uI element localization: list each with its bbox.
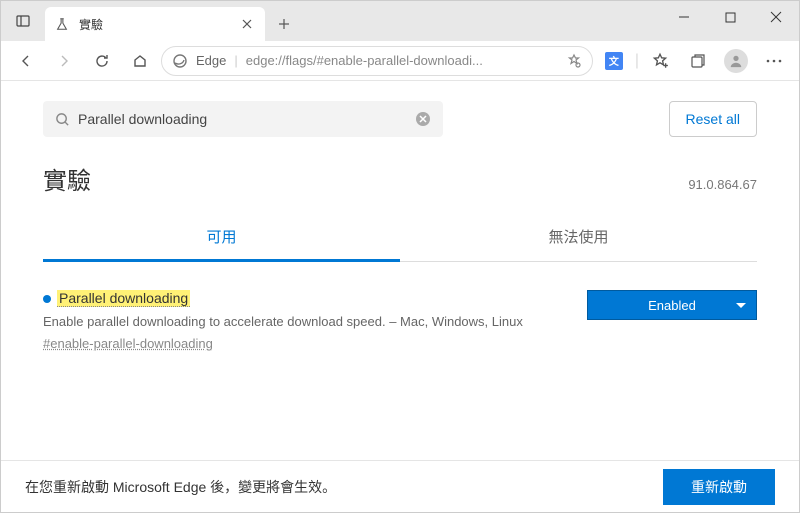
tab-available[interactable]: 可用	[43, 214, 400, 262]
tab-actions-button[interactable]	[1, 1, 45, 41]
flag-title: Parallel downloading	[57, 290, 190, 307]
address-url: edge://flags/#enable-parallel-downloadi.…	[246, 53, 558, 68]
flag-anchor-link[interactable]: #enable-parallel-downloading	[43, 336, 213, 351]
reset-all-button[interactable]: Reset all	[669, 101, 757, 137]
modified-dot-icon	[43, 295, 51, 303]
maximize-button[interactable]	[707, 1, 753, 33]
close-tab-icon[interactable]	[239, 16, 255, 32]
shopping-icon[interactable]	[566, 53, 582, 69]
refresh-button[interactable]	[85, 45, 119, 77]
address-bar[interactable]: Edge | edge://flags/#enable-parallel-dow…	[161, 46, 593, 76]
edge-icon	[172, 53, 188, 69]
home-button[interactable]	[123, 45, 157, 77]
version-text: 91.0.864.67	[688, 177, 757, 192]
browser-tab[interactable]: 實驗	[45, 7, 265, 41]
translate-button[interactable]: 文	[597, 45, 631, 77]
new-tab-button[interactable]	[269, 9, 299, 39]
favorites-button[interactable]	[643, 45, 677, 77]
search-icon	[55, 112, 70, 127]
restart-button[interactable]: 重新啟動	[663, 469, 775, 505]
search-box[interactable]	[43, 101, 443, 137]
address-label: Edge	[196, 53, 226, 68]
flask-icon	[55, 16, 71, 32]
menu-button[interactable]	[757, 45, 791, 77]
footer-message: 在您重新啟動 Microsoft Edge 後，變更將會生效。	[25, 477, 336, 497]
search-input[interactable]	[78, 111, 415, 127]
flag-description: Enable parallel downloading to accelerat…	[43, 314, 547, 329]
forward-button	[47, 45, 81, 77]
tab-unavailable[interactable]: 無法使用	[400, 214, 757, 261]
close-window-button[interactable]	[753, 1, 799, 33]
tab-title: 實驗	[79, 16, 231, 33]
minimize-button[interactable]	[661, 1, 707, 33]
collections-button[interactable]	[681, 45, 715, 77]
flag-state-select[interactable]: Enabled	[587, 290, 757, 320]
clear-search-icon[interactable]	[415, 111, 431, 127]
back-button[interactable]	[9, 45, 43, 77]
page-title: 實驗	[43, 161, 91, 196]
profile-button[interactable]	[719, 45, 753, 77]
